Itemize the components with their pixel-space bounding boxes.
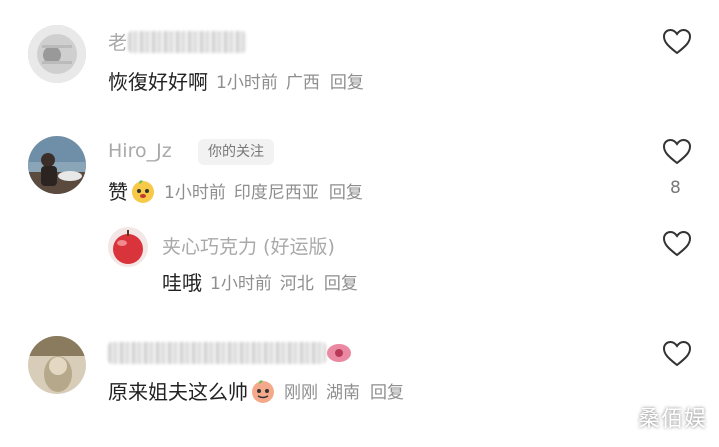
reply-button[interactable]: 回复 [370,378,404,403]
watermark: 桑佰娱 [637,407,707,432]
emoji-icon [327,344,351,362]
peach-emoji-icon [252,379,274,403]
username-redaction [108,342,326,364]
username-redaction [128,31,246,53]
avatar[interactable] [28,336,86,394]
comment-location: 湖南 [326,383,360,403]
username[interactable]: Hiro_Jz [108,140,172,162]
comment-location: 河北 [279,274,314,294]
comment-time: 1小时前 [216,73,278,93]
comment-time: 1小时前 [210,274,272,294]
comment-text: 恢復好好啊 [108,70,208,94]
comment-text: 哇哦 [162,271,202,295]
heart-icon[interactable] [662,340,692,368]
comment-location: 印度尼西亚 [233,183,319,203]
comment-body: 赞 1小时前 印度尼西亚 回复 [108,176,363,205]
comment-time: 刚刚 [284,383,318,403]
reply-button[interactable]: 回复 [324,269,358,294]
comment-text: 原来姐夫这么帅 [108,380,248,404]
heart-icon[interactable] [662,28,692,56]
comment-body: 哇哦 1小时前 河北 回复 [162,267,358,296]
reply-button[interactable]: 回复 [329,178,363,203]
avatar-image [28,25,86,83]
like-count: 8 [670,178,681,198]
avatar-image [28,136,86,194]
comment-body: 恢復好好啊 1小时前 广西 回复 [108,66,364,95]
comment-location: 广西 [285,73,320,93]
avatar-image [28,336,86,394]
comment-item: 老 恢復好好啊 1小时前 广西 回复 [0,0,719,110]
comment-item: 原来姐夫这么帅 刚刚 湖南 回复 [0,320,719,447]
comment-body: 原来姐夫这么帅 刚刚 湖南 回复 [108,376,404,405]
following-badge: 你的关注 [198,139,274,165]
comment-text: 赞 [108,180,128,204]
avatar[interactable] [28,136,86,194]
avatar-image [108,227,148,267]
username[interactable]: 夹心巧克力 (好运版) [162,232,335,259]
peach-emoji-icon [132,179,154,203]
avatar[interactable] [108,227,148,267]
heart-icon[interactable] [662,138,692,166]
reply-button[interactable]: 回复 [330,68,364,93]
heart-icon[interactable] [662,230,692,258]
avatar[interactable] [28,25,86,83]
comment-item: Hiro_Jz 你的关注 赞 1小时前 印度尼西亚 回复 8 [0,110,719,220]
comment-time: 1小时前 [164,183,226,203]
username[interactable]: 老 [108,28,127,55]
reply-item: 夹心巧克力 (好运版) 哇哦 1小时前 河北 回复 [0,220,719,320]
